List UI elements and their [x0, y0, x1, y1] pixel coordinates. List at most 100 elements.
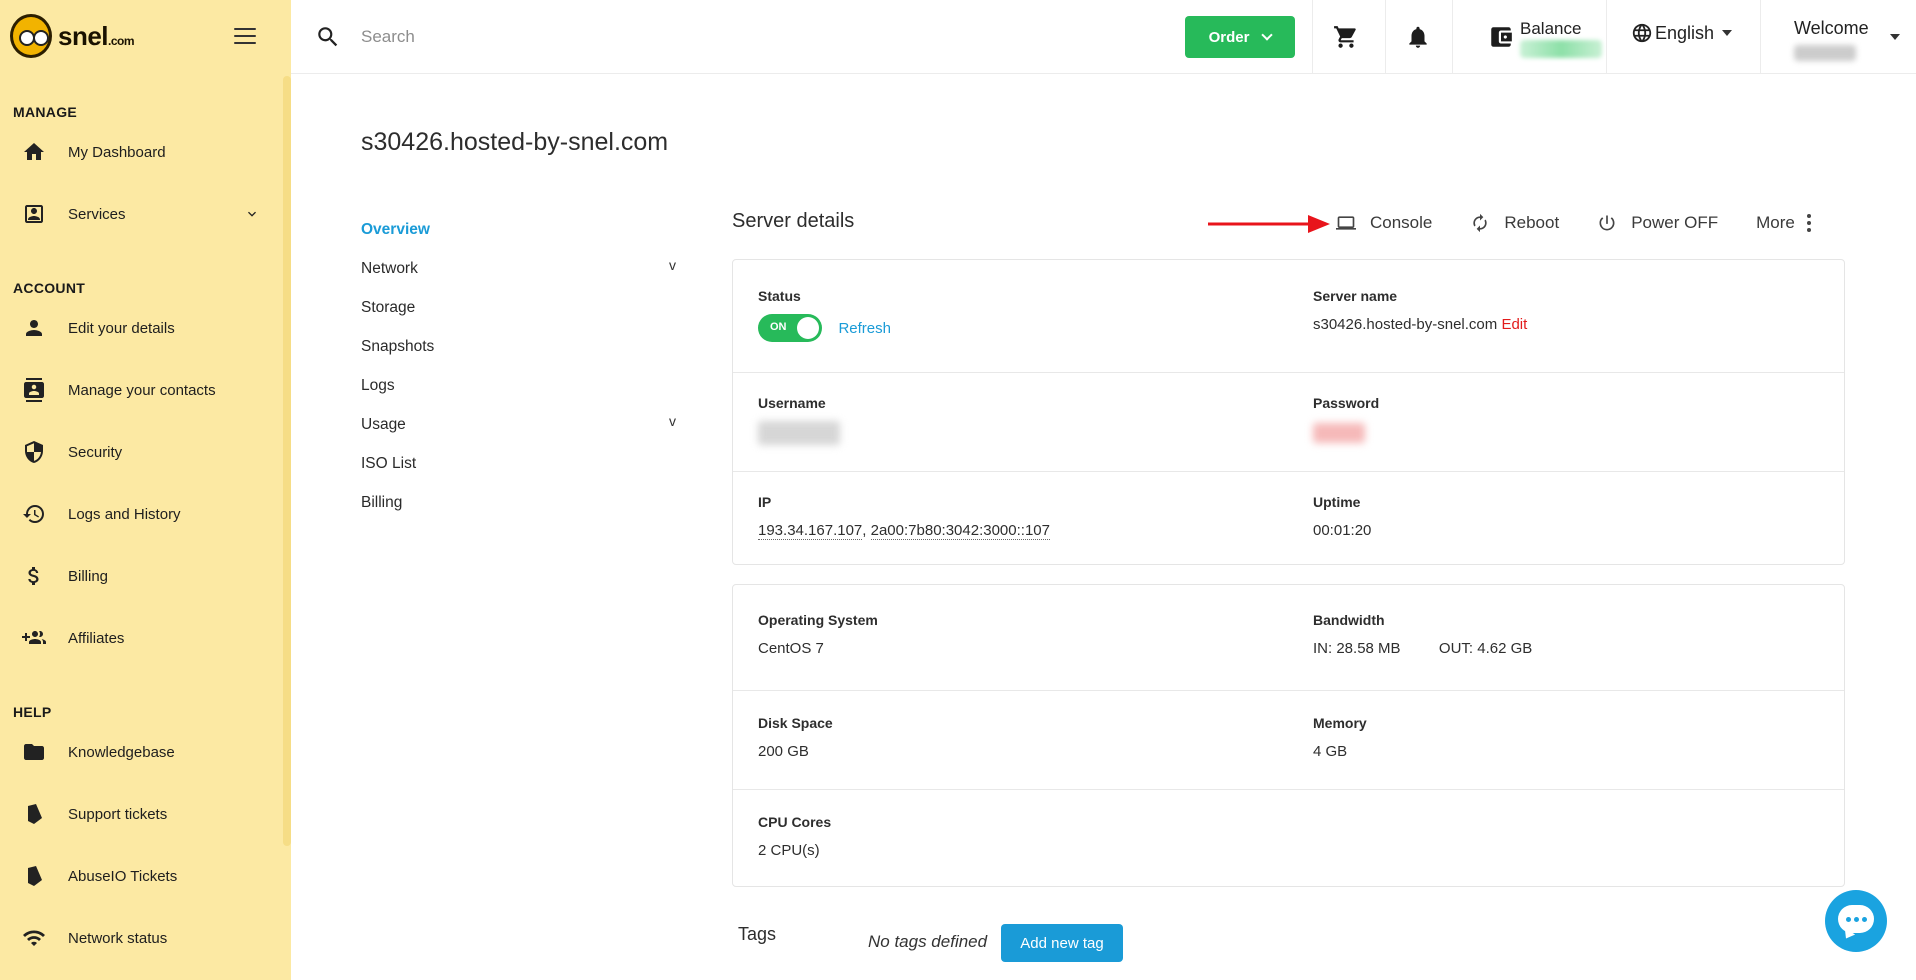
subnav-billing[interactable]: Billing — [361, 483, 676, 522]
server-details-card: Status ON Refresh Server name s30426.hos… — [732, 259, 1845, 565]
caret-down-icon — [1722, 30, 1733, 36]
sidebar-item-label: Network status — [68, 929, 168, 947]
globe-icon — [1632, 23, 1652, 43]
server-subnav: Overview Network v Storage Snapshots Logs… — [361, 210, 676, 522]
uptime-value: 00:01:20 — [1313, 522, 1372, 539]
expand-icon[interactable]: v — [669, 257, 676, 273]
subnav-network[interactable]: Network v — [361, 249, 676, 288]
sidebar-item-billing[interactable]: Billing — [0, 556, 283, 596]
subnav-snapshots[interactable]: Snapshots — [361, 327, 676, 366]
bandwidth-label: Bandwidth — [1313, 612, 1385, 628]
edit-server-name-link[interactable]: Edit — [1501, 316, 1527, 333]
details-row-credentials: Username Password — [733, 373, 1844, 472]
home-icon — [0, 140, 68, 164]
sidebar-scrollbar[interactable] — [283, 76, 291, 846]
sidebar: snel.com MANAGE My Dashboard Services AC… — [0, 0, 291, 980]
balance-value-redacted — [1520, 40, 1602, 58]
ip-label: IP — [758, 494, 772, 510]
disk-space-value: 200 GB — [758, 743, 809, 760]
dollar-icon — [0, 564, 68, 588]
tags-label: Tags — [738, 924, 777, 944]
chat-widget-button[interactable] — [1825, 890, 1887, 952]
subnav-label: Network — [361, 259, 418, 277]
power-off-label: Power OFF — [1631, 213, 1719, 232]
status-label: Status — [758, 288, 801, 304]
subnav-storage[interactable]: Storage — [361, 288, 676, 327]
console-button[interactable]: Console — [1336, 213, 1432, 233]
ipv6-address[interactable]: 2a00:7b80:3042:3000::107 — [870, 522, 1050, 540]
cart-icon[interactable] — [1333, 24, 1359, 55]
language-selector[interactable]: English — [1631, 22, 1733, 44]
sidebar-item-label: Logs and History — [68, 505, 181, 523]
order-button[interactable]: Order — [1185, 16, 1295, 58]
contacts-icon — [0, 378, 68, 402]
server-specs-card: Operating System CentOS 7 Bandwidth IN: … — [732, 584, 1845, 887]
more-label: More — [1756, 213, 1795, 232]
sidebar-item-services[interactable]: Services — [0, 194, 283, 234]
sidebar-section-manage: MANAGE — [13, 104, 78, 120]
more-vert-icon — [1806, 214, 1811, 232]
subnav-label: Storage — [361, 298, 416, 316]
username-redacted — [1794, 45, 1856, 61]
search-icon[interactable] — [315, 24, 341, 50]
sidebar-item-abuseio-tickets[interactable]: AbuseIO Tickets — [0, 856, 283, 896]
chevron-down-icon[interactable] — [244, 206, 260, 222]
shield-icon — [0, 440, 68, 464]
memory-value: 4 GB — [1313, 743, 1348, 760]
hamburger-menu-icon[interactable] — [234, 28, 256, 44]
subnav-iso-list[interactable]: ISO List — [361, 444, 676, 483]
sidebar-item-manage-contacts[interactable]: Manage your contacts — [0, 370, 283, 410]
subnav-label: ISO List — [361, 454, 417, 472]
subnav-usage[interactable]: Usage v — [361, 405, 676, 444]
uptime-label: Uptime — [1313, 494, 1361, 510]
red-arrow-annotation — [1208, 215, 1330, 233]
sidebar-item-label: Billing — [68, 567, 109, 585]
cpu-cores-label: CPU Cores — [758, 814, 832, 830]
disk-space-label: Disk Space — [758, 715, 833, 731]
sidebar-item-label: Support tickets — [68, 805, 168, 823]
sidebar-item-security[interactable]: Security — [0, 432, 283, 472]
page-title: s30426.hosted-by-snel.com — [361, 128, 669, 156]
details-row-status: Status ON Refresh Server name s30426.hos… — [733, 260, 1844, 373]
brand-tld: .com — [108, 33, 135, 48]
refresh-link[interactable]: Refresh — [838, 320, 891, 337]
subnav-logs[interactable]: Logs — [361, 366, 676, 405]
ipv4-address[interactable]: 193.34.167.107 — [758, 522, 863, 540]
sidebar-item-label: My Dashboard — [68, 143, 166, 161]
bandwidth-out-label: OUT: — [1438, 640, 1474, 657]
sidebar-item-edit-details[interactable]: Edit your details — [0, 308, 283, 348]
bell-icon[interactable] — [1405, 24, 1431, 55]
power-icon — [1599, 215, 1615, 231]
server-name-label: Server name — [1313, 288, 1398, 304]
sidebar-item-my-dashboard[interactable]: My Dashboard — [0, 132, 283, 172]
subnav-overview[interactable]: Overview — [361, 210, 676, 249]
services-icon — [0, 202, 68, 226]
details-row-network: IP 193.34.167.107, 2a00:7b80:3042:3000::… — [733, 472, 1844, 564]
add-new-tag-button[interactable]: Add new tag — [1001, 924, 1123, 962]
ticket-icon — [0, 864, 68, 888]
subnav-label: Usage — [361, 415, 406, 433]
topbar: Order Balance English Welcome — [291, 0, 1916, 74]
server-name-value: s30426.hosted-by-snel.com — [1313, 316, 1498, 333]
sidebar-item-support-tickets[interactable]: Support tickets — [0, 794, 283, 834]
expand-icon[interactable]: v — [669, 413, 676, 429]
sidebar-item-label: Knowledgebase — [68, 743, 175, 761]
sidebar-item-logs-history[interactable]: Logs and History — [0, 494, 283, 534]
specs-row-cpu: CPU Cores 2 CPU(s) — [733, 790, 1844, 886]
user-menu[interactable]: Welcome — [1794, 18, 1900, 61]
bandwidth-out-value: 4.62 GB — [1477, 640, 1533, 657]
more-button[interactable]: More — [1756, 213, 1811, 233]
sidebar-item-knowledgebase[interactable]: Knowledgebase — [0, 732, 283, 772]
ip-separator: , — [862, 522, 871, 539]
ticket-icon — [0, 802, 68, 826]
power-off-button[interactable]: Power OFF — [1597, 213, 1718, 233]
snel-logo[interactable]: snel.com — [10, 14, 135, 58]
history-icon — [0, 502, 68, 526]
reboot-button[interactable]: Reboot — [1470, 213, 1559, 233]
search-input[interactable] — [361, 22, 861, 52]
sidebar-item-network-status[interactable]: Network status — [0, 918, 283, 958]
power-status-toggle[interactable]: ON — [758, 314, 822, 342]
os-value: CentOS 7 — [758, 640, 824, 657]
sidebar-item-affiliates[interactable]: Affiliates — [0, 618, 283, 658]
password-redacted[interactable] — [1313, 423, 1365, 443]
